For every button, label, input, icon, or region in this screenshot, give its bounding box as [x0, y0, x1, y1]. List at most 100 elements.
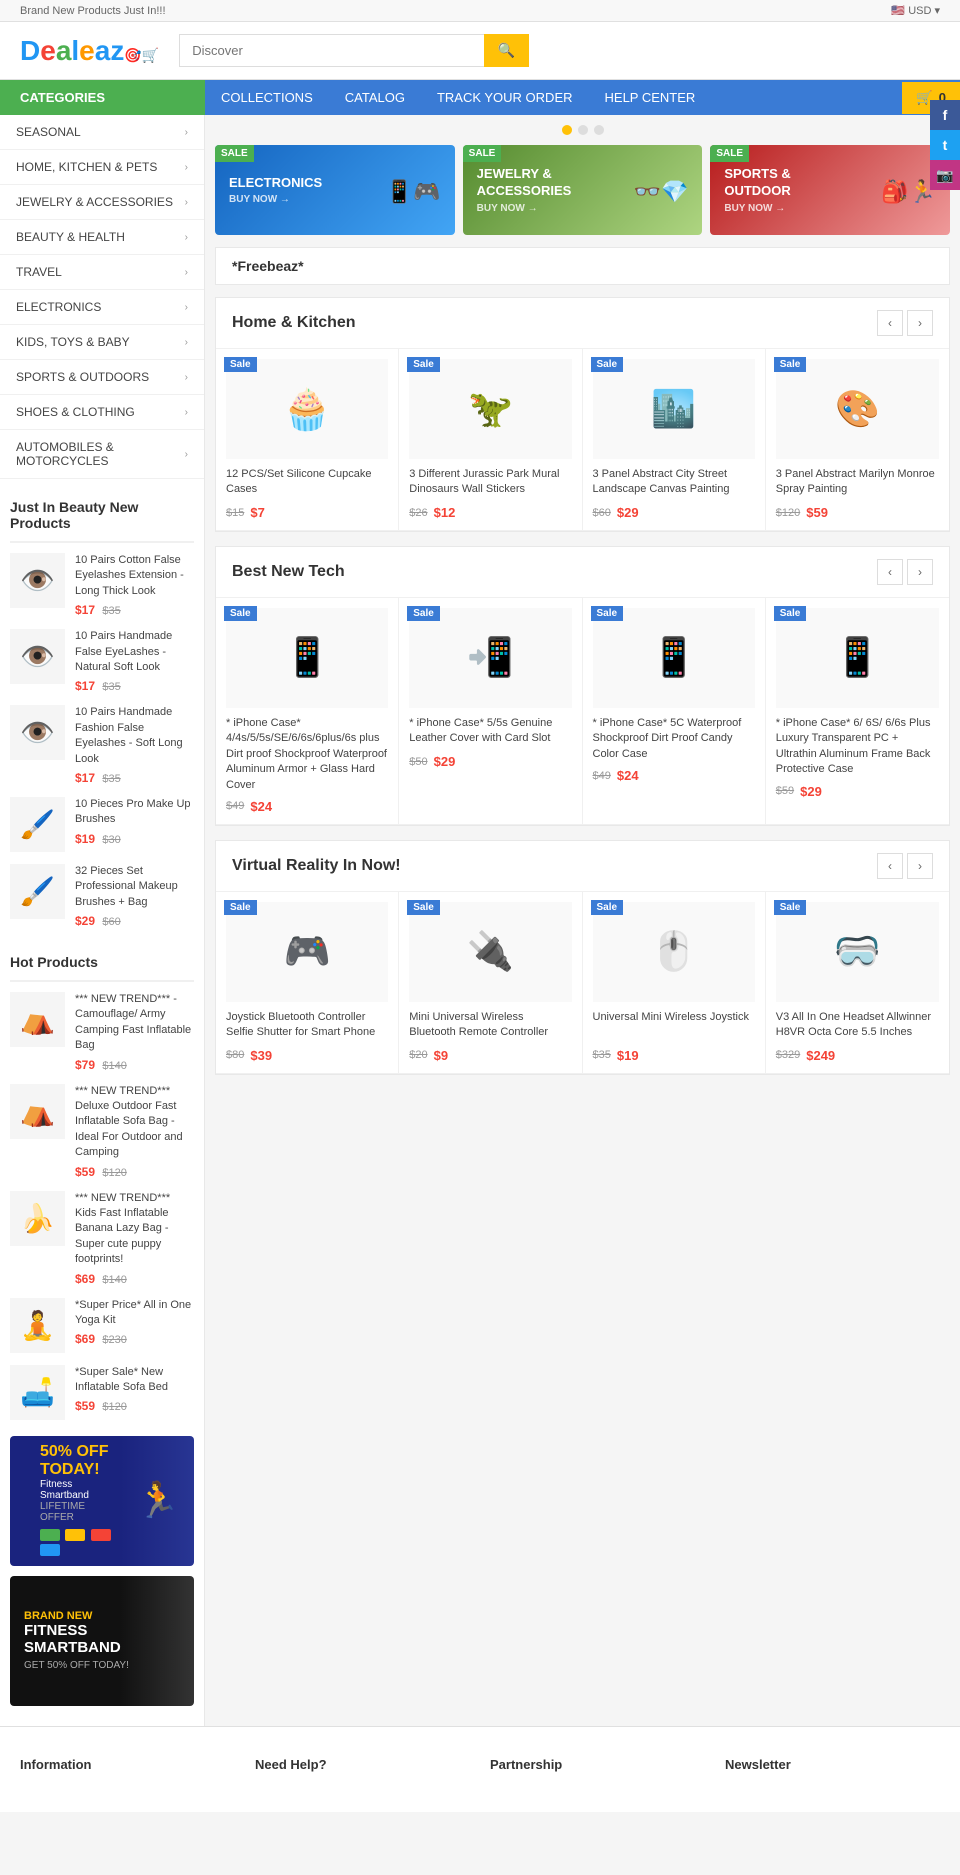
section-header-tech: Best New Tech ‹ › — [216, 547, 949, 598]
dot-2[interactable] — [578, 125, 588, 135]
product-price-new: $59 — [806, 505, 828, 520]
prev-arrow-home[interactable]: ‹ — [877, 310, 903, 336]
nav-track[interactable]: TRACK YOUR ORDER — [421, 80, 589, 115]
footer-newsletter: Newsletter — [725, 1757, 940, 1782]
product-image — [10, 864, 65, 919]
prev-arrow-tech[interactable]: ‹ — [877, 559, 903, 585]
sale-tag: Sale — [224, 606, 257, 621]
product-price-new: $29 — [617, 505, 639, 520]
promo-banner-50off[interactable]: 50% OFF TODAY! Fitness Smartband LIFETIM… — [10, 1436, 194, 1566]
electronics-image — [386, 174, 441, 206]
product-price-old: $20 — [409, 1049, 427, 1061]
list-item[interactable]: *** NEW TREND*** Kids Fast Inflatable Ba… — [10, 1191, 194, 1286]
product-price-old: $49 — [593, 770, 611, 782]
search-input[interactable] — [179, 34, 484, 67]
sale-tag: Sale — [774, 900, 807, 915]
instagram-icon[interactable]: 📷 — [930, 160, 960, 190]
dot-1[interactable] — [562, 125, 572, 135]
table-row[interactable]: Sale * iPhone Case* 5C Waterproof Shockp… — [583, 598, 766, 825]
categories-button[interactable]: CATEGORIES — [0, 80, 205, 115]
buy-now-text: BUY NOW → — [477, 203, 572, 214]
nav-arrows-home: ‹ › — [877, 310, 933, 336]
banner-electronics[interactable]: SALE ELECTRONICS BUY NOW → — [215, 145, 455, 235]
logo[interactable]: Dealeaz🎯🛒 — [20, 35, 159, 67]
sidebar-item-sports[interactable]: SPORTS & OUTDOORS › — [0, 360, 204, 395]
sidebar-item-beauty[interactable]: BEAUTY & HEALTH › — [0, 220, 204, 255]
sidebar-item-home-kitchen[interactable]: HOME, KITCHEN & PETS › — [0, 150, 204, 185]
product-price-old: $15 — [226, 507, 244, 519]
list-item[interactable]: *Super Sale* New Inflatable Sofa Bed $59… — [10, 1365, 194, 1420]
table-row[interactable]: Sale Joystick Bluetooth Controller Selfi… — [216, 892, 399, 1074]
sidebar-item-travel[interactable]: TRAVEL › — [0, 255, 204, 290]
product-image — [10, 553, 65, 608]
next-arrow-home[interactable]: › — [907, 310, 933, 336]
table-row[interactable]: Sale 3 Panel Abstract City Street Landsc… — [583, 349, 766, 531]
list-item[interactable]: 10 Pairs Cotton False Eyelashes Extensio… — [10, 553, 194, 617]
list-item[interactable]: 32 Pieces Set Professional Makeup Brushe… — [10, 864, 194, 928]
product-image — [593, 359, 755, 459]
main-layout: SEASONAL › HOME, KITCHEN & PETS › JEWELR… — [0, 115, 960, 1726]
sale-tag: Sale — [774, 606, 807, 621]
product-price-new: $24 — [617, 768, 639, 783]
sale-tag: Sale — [774, 357, 807, 372]
twitter-icon[interactable]: t — [930, 130, 960, 160]
announcement-text: Brand New Products Just In!!! — [20, 5, 166, 17]
product-price-old: $35 — [593, 1049, 611, 1061]
vr-grid: Sale Joystick Bluetooth Controller Selfi… — [216, 892, 949, 1074]
list-item[interactable]: 10 Pieces Pro Make Up Brushes $19 $30 — [10, 797, 194, 852]
table-row[interactable]: Sale 3 Different Jurassic Park Mural Din… — [399, 349, 582, 531]
product-image — [10, 1298, 65, 1353]
table-row[interactable]: Sale 12 PCS/Set Silicone Cupcake Cases $… — [216, 349, 399, 531]
table-row[interactable]: Sale * iPhone Case* 6/ 6S/ 6/6s Plus Lux… — [766, 598, 949, 825]
sale-tag: Sale — [224, 357, 257, 372]
nav-catalog[interactable]: CATALOG — [329, 80, 421, 115]
table-row[interactable]: Sale * iPhone Case* 5/5s Genuine Leather… — [399, 598, 582, 825]
table-row[interactable]: Sale 3 Panel Abstract Marilyn Monroe Spr… — [766, 349, 949, 531]
product-price-new: $29 — [75, 914, 95, 928]
banner-jewelry[interactable]: SALE JEWELRY &ACCESSORIES BUY NOW → — [463, 145, 703, 235]
product-price-old: $120 — [776, 507, 800, 519]
sale-badge: SALE — [463, 145, 502, 162]
list-item[interactable]: 10 Pairs Handmade Fashion False Eyelashe… — [10, 705, 194, 785]
table-row[interactable]: Sale V3 All In One Headset Allwinner H8V… — [766, 892, 949, 1074]
table-row[interactable]: Sale Mini Universal Wireless Bluetooth R… — [399, 892, 582, 1074]
banner-sports[interactable]: SALE SPORTS &OUTDOOR BUY NOW → — [710, 145, 950, 235]
table-row[interactable]: Sale * iPhone Case* 4/4s/5/5s/SE/6/6s/6p… — [216, 598, 399, 825]
prev-arrow-vr[interactable]: ‹ — [877, 853, 903, 879]
search-button[interactable]: 🔍 — [484, 34, 529, 67]
promo-banner-fitness[interactable]: BRAND NEW FITNESS SMARTBAND GET 50% OFF … — [10, 1576, 194, 1706]
sidebar-item-shoes[interactable]: SHOES & CLOTHING › — [0, 395, 204, 430]
product-image — [10, 797, 65, 852]
product-price-new: $69 — [75, 1272, 95, 1286]
sidebar-item-automobiles[interactable]: AUTOMOBILES & MOTORCYCLES › — [0, 430, 204, 479]
sidebar-item-seasonal[interactable]: SEASONAL › — [0, 115, 204, 150]
sidebar-item-kids[interactable]: KIDS, TOYS & BABY › — [0, 325, 204, 360]
product-price-new: $39 — [250, 1048, 272, 1063]
list-item[interactable]: *** NEW TREND*** Deluxe Outdoor Fast Inf… — [10, 1084, 194, 1179]
facebook-icon[interactable]: f — [930, 100, 960, 130]
list-item[interactable]: *Super Price* All in One Yoga Kit $69 $2… — [10, 1298, 194, 1353]
product-image — [10, 705, 65, 760]
next-arrow-vr[interactable]: › — [907, 853, 933, 879]
best-tech-grid: Sale * iPhone Case* 4/4s/5/5s/SE/6/6s/6p… — [216, 598, 949, 825]
list-item[interactable]: *** NEW TREND*** - Camouflage/ Army Camp… — [10, 992, 194, 1072]
currency-selector[interactable]: 🇺🇸 USD ▾ — [891, 4, 940, 17]
home-kitchen-section: Home & Kitchen ‹ › Sale 12 PCS/Set Silic… — [215, 297, 950, 532]
nav-arrows-tech: ‹ › — [877, 559, 933, 585]
table-row[interactable]: Sale Universal Mini Wireless Joystick $3… — [583, 892, 766, 1074]
product-price-new: $17 — [75, 603, 95, 617]
list-item[interactable]: 10 Pairs Handmade False EyeLashes - Natu… — [10, 629, 194, 693]
best-new-tech-section: Best New Tech ‹ › Sale * iPhone Case* 4/… — [215, 546, 950, 826]
nav-collections[interactable]: COLLECTIONS — [205, 80, 329, 115]
sidebar-item-electronics[interactable]: ELECTRONICS › — [0, 290, 204, 325]
banner-title: JEWELRY &ACCESSORIES — [477, 166, 572, 200]
sidebar-item-jewelry[interactable]: JEWELRY & ACCESSORIES › — [0, 185, 204, 220]
product-price-old: $60 — [593, 507, 611, 519]
product-image — [776, 359, 939, 459]
dot-3[interactable] — [594, 125, 604, 135]
product-price-old: $140 — [102, 1274, 126, 1286]
promo-brand-new: BRAND NEW — [24, 1610, 180, 1622]
sale-tag: Sale — [591, 900, 624, 915]
next-arrow-tech[interactable]: › — [907, 559, 933, 585]
nav-help[interactable]: HELP CENTER — [589, 80, 712, 115]
